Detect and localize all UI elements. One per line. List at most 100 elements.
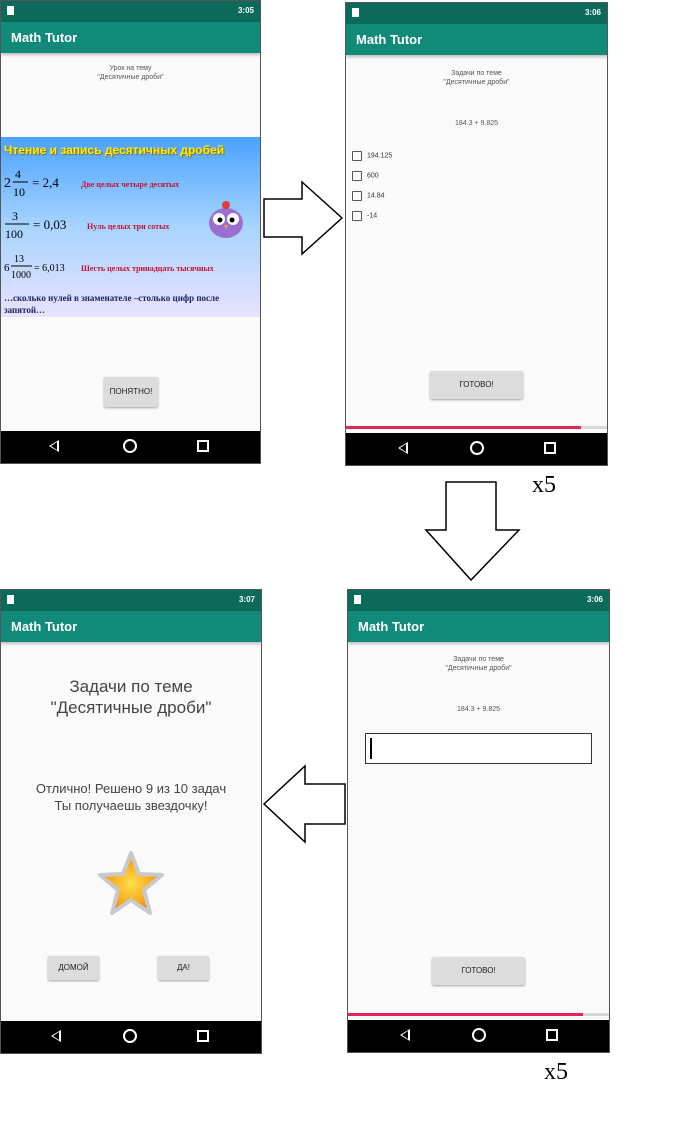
sd-card-icon <box>354 595 361 604</box>
understood-button[interactable]: ПОНЯТНО! <box>104 377 158 407</box>
star-icon <box>98 851 164 915</box>
navigation-bar <box>348 1020 609 1052</box>
repeat-count-label: x5 <box>532 472 556 498</box>
svg-text:6: 6 <box>4 262 10 274</box>
recent-apps-icon[interactable] <box>197 1030 209 1042</box>
task-heading-line2: "Десятичные дроби" <box>443 79 510 86</box>
result-screen: 3:07 Math Tutor Задачи по теме "Десятичн… <box>0 589 262 1054</box>
svg-text:1000: 1000 <box>11 270 31 281</box>
app-title: Math Tutor <box>358 619 425 634</box>
answer-option[interactable]: 14.84 <box>352 191 385 201</box>
answer-option[interactable]: 600 <box>352 171 379 181</box>
example-3-text: Шесть целых тринадцать тысячных <box>81 264 214 273</box>
checkbox[interactable] <box>352 171 362 181</box>
result-line2: Ты получаешь звездочку! <box>54 798 208 813</box>
fraction-3-100: 3 100 = 0,03 <box>5 209 66 241</box>
back-icon[interactable] <box>400 1029 410 1041</box>
app-bar: Math Tutor <box>348 611 609 642</box>
done-button[interactable]: ГОТОВО! <box>432 957 525 985</box>
back-icon[interactable] <box>51 1030 61 1042</box>
example-2-math: 3 100 = 0,03 <box>4 207 84 243</box>
multiple-choice-screen: 3:06 Math Tutor Задачи по теме "Десятичн… <box>345 2 608 466</box>
navigation-bar <box>1 431 260 463</box>
navigation-bar <box>1 1021 261 1053</box>
done-button[interactable]: ГОТОВО! <box>430 371 523 399</box>
slide-title: Чтение и запись десятичных дробей <box>4 143 225 157</box>
app-title: Math Tutor <box>11 619 78 634</box>
understood-button-label: ПОНЯТНО! <box>109 387 153 396</box>
example-1-text: Две целых четыре десятых <box>81 180 180 189</box>
status-bar: 3:07 <box>1 590 261 611</box>
result-message: Отлично! Решено 9 из 10 задач Ты получае… <box>1 780 261 814</box>
svg-text:100: 100 <box>5 227 23 241</box>
status-clock: 3:06 <box>586 595 603 604</box>
home-icon[interactable] <box>470 441 484 455</box>
task-heading-line1: Задачи по теме <box>451 70 502 77</box>
progress-bar <box>348 1013 609 1016</box>
status-bar: 3:06 <box>346 3 607 24</box>
answer-option[interactable]: -14 <box>352 211 377 221</box>
answer-option[interactable]: 194.125 <box>352 151 392 161</box>
progress-bar <box>346 426 607 429</box>
status-clock: 3:05 <box>237 6 254 15</box>
checkbox[interactable] <box>352 191 362 201</box>
fraction-6-13-1000: 6 13 1000 = 6,013 <box>4 254 65 281</box>
svg-text:= 6,013: = 6,013 <box>34 263 65 274</box>
recent-apps-icon[interactable] <box>546 1029 558 1041</box>
example-1-math: 2 4 10 = 2,4 <box>4 165 74 201</box>
recent-apps-icon[interactable] <box>544 442 556 454</box>
back-icon[interactable] <box>49 440 59 452</box>
result-heading: Задачи по теме "Десятичные дроби" <box>1 676 261 718</box>
app-title: Math Tutor <box>11 30 78 45</box>
checkbox[interactable] <box>352 151 362 161</box>
yes-button[interactable]: ДА! <box>158 956 209 980</box>
svg-text:2: 2 <box>4 176 11 191</box>
repeat-count-label: x5 <box>544 1059 568 1085</box>
back-icon[interactable] <box>398 442 408 454</box>
done-button-label: ГОТОВО! <box>459 380 494 389</box>
yes-button-label: ДА! <box>177 963 190 972</box>
sd-card-icon <box>352 8 359 17</box>
app-bar: Math Tutor <box>346 24 607 55</box>
rule-text: …сколько нулей в знаменателе –столько ци… <box>4 293 220 315</box>
svg-text:4: 4 <box>15 167 21 181</box>
home-button[interactable]: ДОМОЙ <box>48 956 99 980</box>
svg-text:13: 13 <box>14 254 24 265</box>
status-clock: 3:07 <box>238 595 255 604</box>
result-heading-line2: "Десятичные дроби" <box>50 698 212 717</box>
status-bar: 3:05 <box>1 1 260 22</box>
home-icon[interactable] <box>123 439 137 453</box>
task-expression: 184.3 + 9.825 <box>456 706 500 713</box>
arrow-left <box>262 764 346 844</box>
checkbox[interactable] <box>352 211 362 221</box>
sd-card-icon <box>7 595 14 604</box>
home-icon[interactable] <box>123 1029 137 1043</box>
answer-input[interactable] <box>365 733 592 764</box>
task-heading-line1: Задачи по теме <box>453 656 504 663</box>
lesson-slide-image: Чтение и запись десятичных дробей 2 4 10… <box>1 137 260 317</box>
result-line1: Отлично! Решено 9 из 10 задач <box>35 781 227 796</box>
svg-text:= 2,4: = 2,4 <box>32 175 59 190</box>
progress-fill <box>348 1013 583 1016</box>
svg-text:= 0,03: = 0,03 <box>33 217 66 232</box>
home-button-label: ДОМОЙ <box>58 963 89 972</box>
fraction-2-4-10: 2 4 10 = 2,4 <box>4 167 59 199</box>
done-button-label: ГОТОВО! <box>461 966 496 975</box>
svg-text:3: 3 <box>12 209 18 223</box>
svg-text:10: 10 <box>13 185 25 199</box>
home-icon[interactable] <box>472 1028 486 1042</box>
task-expression: 184.3 + 9.825 <box>454 120 498 127</box>
text-cursor <box>370 738 372 759</box>
lesson-heading-line2: "Десятичные дроби" <box>97 74 164 81</box>
example-3-math: 6 13 1000 = 6,013 <box>4 251 84 285</box>
arrow-down <box>424 481 521 582</box>
recent-apps-icon[interactable] <box>197 440 209 452</box>
arrow-right-1 <box>263 180 344 256</box>
lesson-screen: 3:05 Math Tutor Урок на тему "Десятичные… <box>0 0 261 464</box>
task-heading-line2: "Десятичные дроби" <box>445 665 512 672</box>
app-bar: Math Tutor <box>1 611 261 642</box>
app-title: Math Tutor <box>356 32 423 47</box>
result-heading-line1: Задачи по теме <box>69 677 193 696</box>
app-bar: Math Tutor <box>1 22 260 53</box>
navigation-bar <box>346 433 607 465</box>
